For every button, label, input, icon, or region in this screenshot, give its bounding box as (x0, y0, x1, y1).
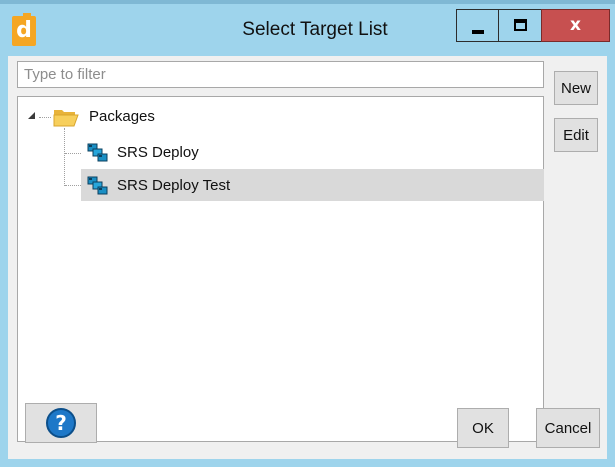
new-button[interactable]: New (554, 71, 598, 105)
help-icon: ? (46, 408, 76, 438)
target-tree[interactable]: Packages SRS Deploy SRS Deploy Test (17, 96, 544, 442)
minimize-button[interactable] (456, 9, 499, 42)
tree-node-srs-deploy[interactable]: SRS Deploy (117, 144, 199, 161)
folder-icon (53, 107, 79, 127)
tree-connector (65, 153, 81, 154)
close-button[interactable]: x (541, 9, 610, 42)
ok-button[interactable]: OK (457, 408, 509, 448)
package-icon (87, 176, 109, 196)
title-bar[interactable]: d Select Target List x (0, 4, 615, 56)
filter-input[interactable] (17, 61, 544, 88)
package-icon (87, 143, 109, 163)
tree-connector (64, 128, 65, 186)
dialog-window: d Select Target List x New Edit (0, 0, 615, 467)
app-icon: d (12, 13, 36, 46)
cancel-button[interactable]: Cancel (536, 408, 600, 448)
tree-connector (39, 117, 51, 118)
window-title: Select Target List (242, 19, 388, 40)
minimize-icon (472, 30, 484, 34)
maximize-button[interactable] (498, 9, 542, 42)
tree-node-srs-deploy-test[interactable]: SRS Deploy Test (117, 177, 230, 194)
dialog-body: New Edit Packages (8, 56, 607, 459)
help-button[interactable]: ? (25, 403, 97, 443)
collapse-toggle-icon[interactable] (28, 112, 35, 119)
tree-connector (65, 185, 81, 186)
close-icon: x (570, 15, 581, 35)
edit-button[interactable]: Edit (554, 118, 598, 152)
tree-node-packages[interactable]: Packages (89, 108, 155, 125)
maximize-icon (514, 19, 527, 31)
